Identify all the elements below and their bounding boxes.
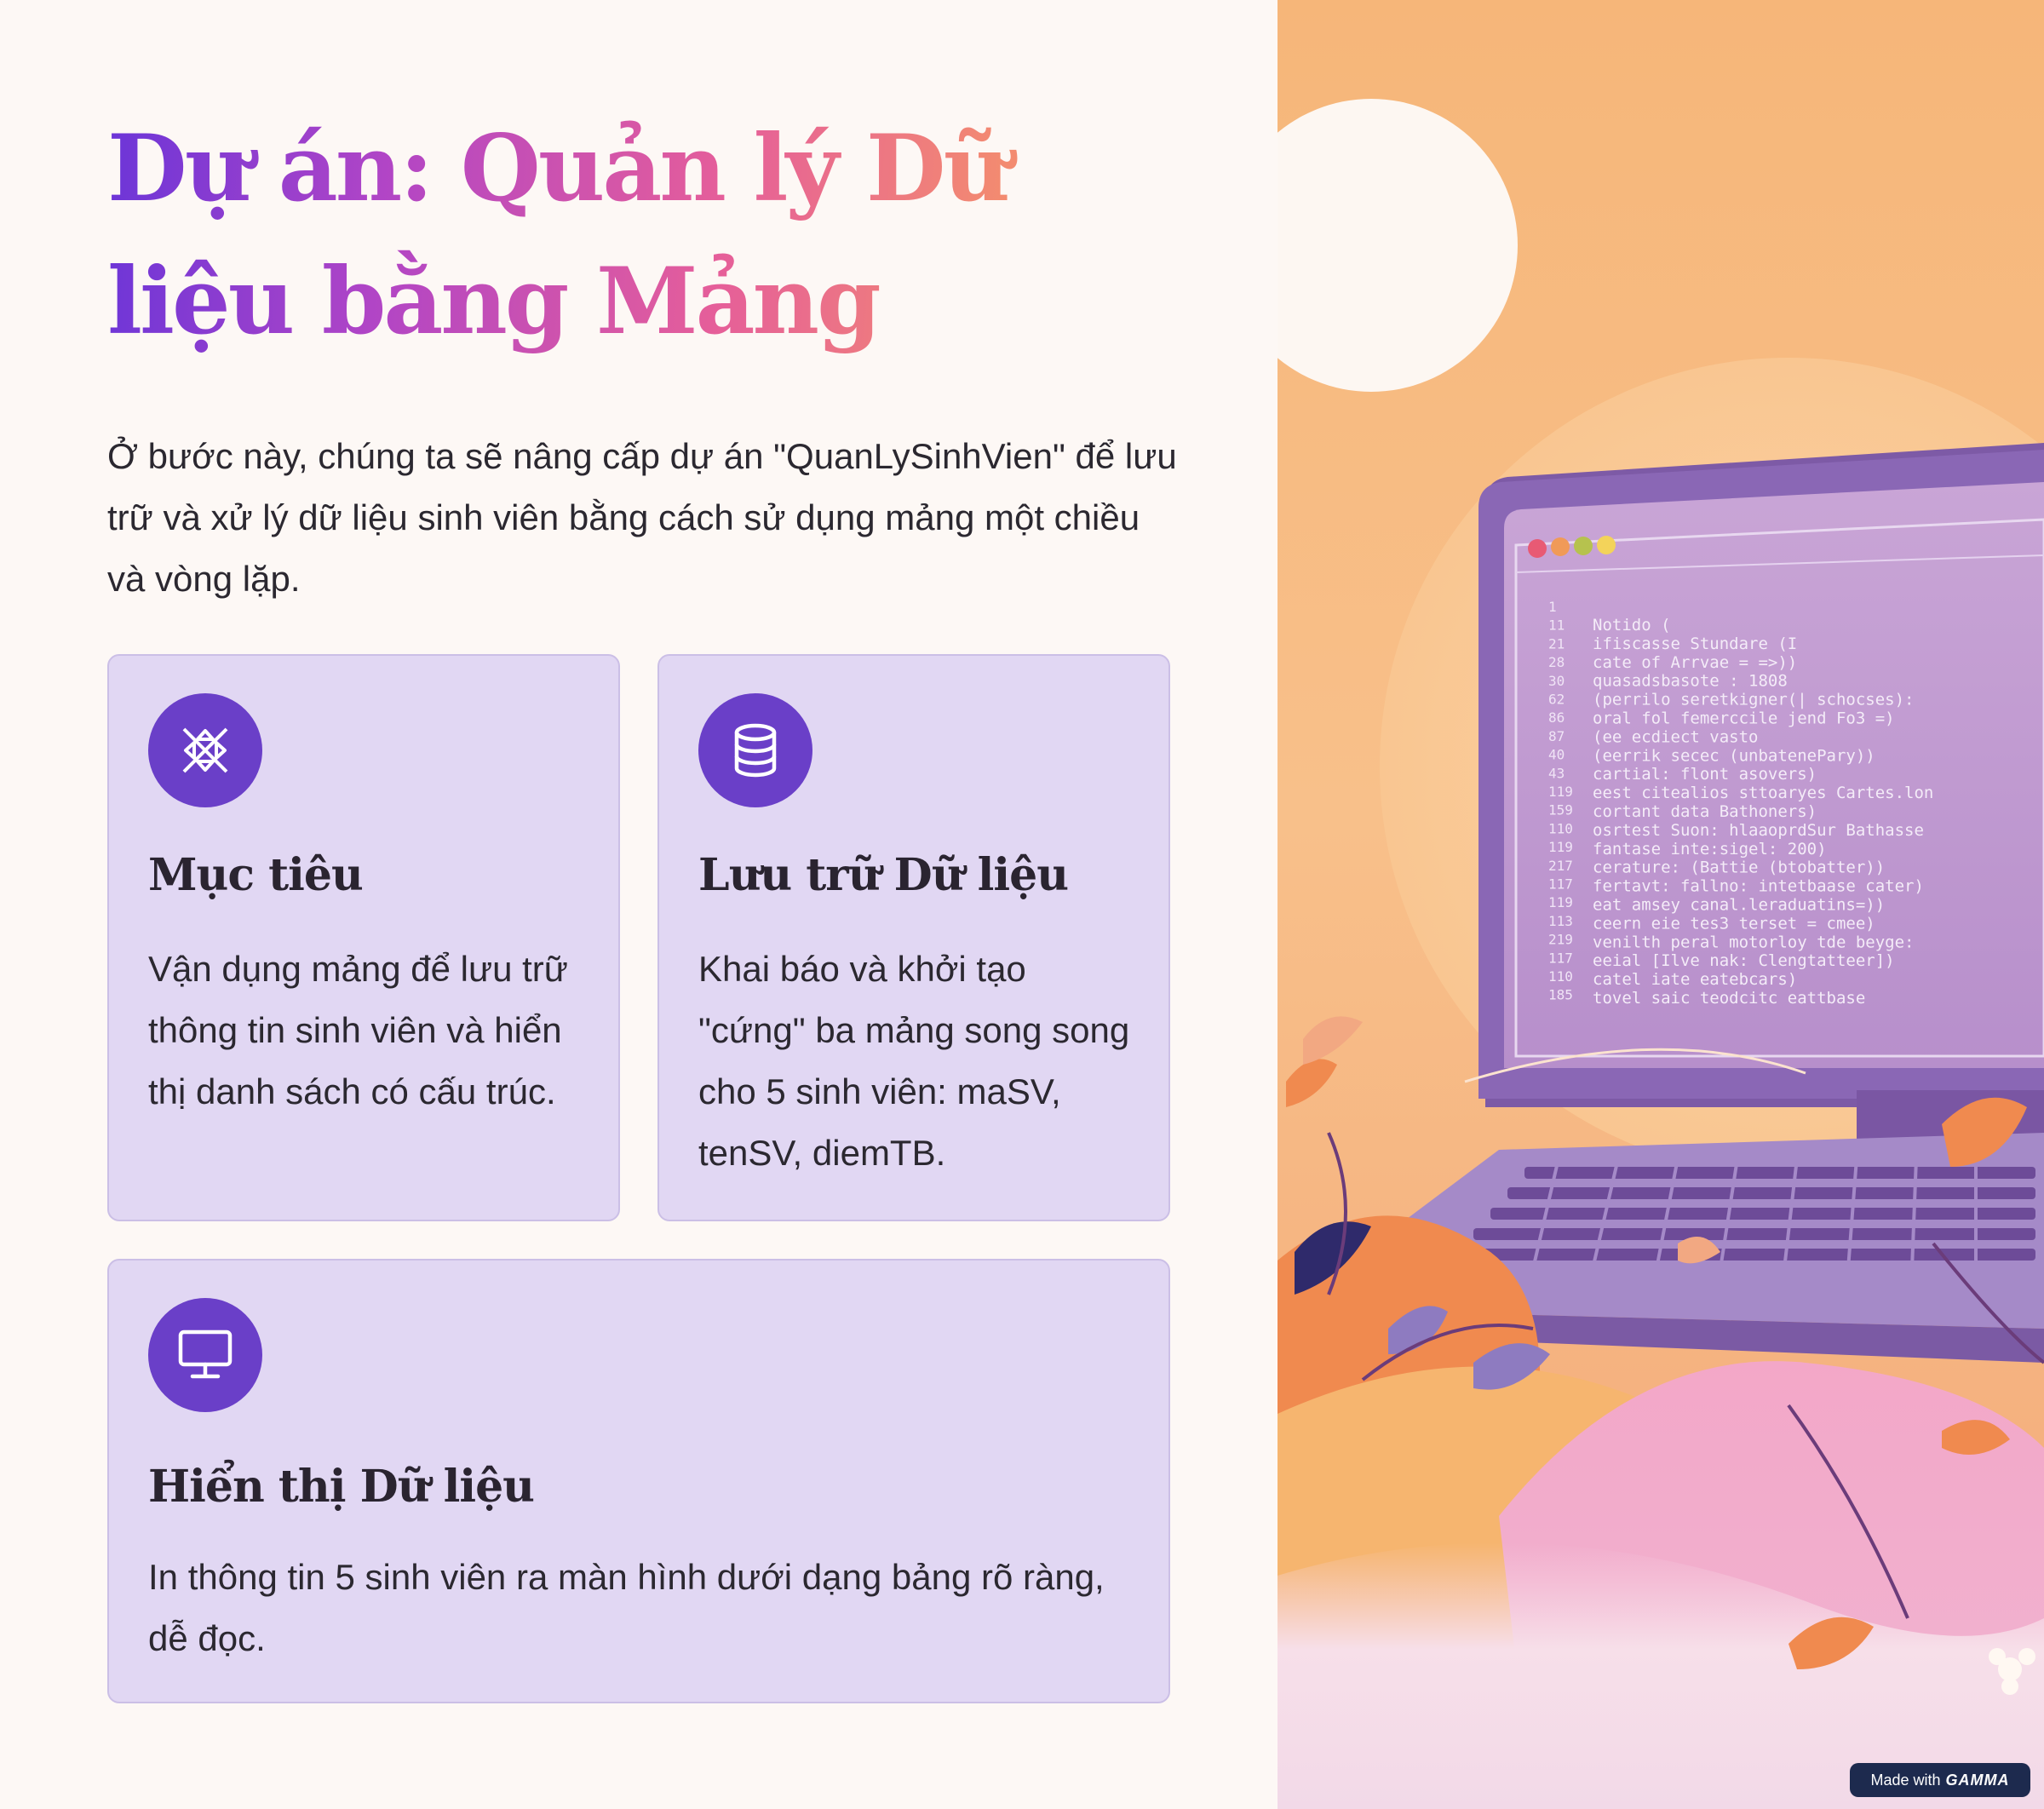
card-title: Lưu trữ Dữ liệu bbox=[698, 849, 1069, 901]
code-line: cerature: (Battie (btobatter)) bbox=[1593, 859, 1885, 877]
code-line: fertavt: fallno: intetbaase cater) bbox=[1593, 877, 1924, 896]
card-title: Mục tiêu bbox=[148, 849, 364, 901]
code-line: eeial [Ilve nak: Clengtatteer]) bbox=[1593, 951, 1895, 970]
badge-made-with: Made with bbox=[1870, 1771, 1941, 1789]
code-line: osrtest Suon: hlaaoprdSur Bathasse bbox=[1593, 821, 1924, 840]
code-line-number: 119 bbox=[1548, 784, 1573, 800]
code-line: fantase inte:sigel: 200) bbox=[1593, 840, 1827, 859]
database-icon bbox=[698, 693, 812, 807]
code-line: (perrilo seretkigner(| schocses): bbox=[1593, 691, 1915, 709]
code-line-number: 159 bbox=[1548, 802, 1573, 818]
code-line: cate of Arrvae = =>)) bbox=[1593, 653, 1797, 672]
code-line: oral fol femerccile jend Fo3 =) bbox=[1593, 709, 1895, 728]
code-line: catel iate eatebcars) bbox=[1593, 970, 1797, 989]
illustration: Notido (ifiscasse Stundare (I cate of Ar… bbox=[1278, 0, 2044, 1809]
made-with-gamma-badge[interactable]: Made with GAMMA bbox=[1850, 1763, 2030, 1797]
code-line: tovel saic teodcitc eattbase bbox=[1593, 989, 1865, 1008]
code-line-number: 113 bbox=[1548, 913, 1573, 929]
code-line-number: 117 bbox=[1548, 950, 1573, 966]
intro-paragraph: Ở bước này, chúng ta sẽ nâng cấp dự án "… bbox=[107, 436, 1177, 599]
code-line-number: 11 bbox=[1548, 617, 1565, 634]
badge-brand: GAMMA bbox=[1945, 1771, 2010, 1789]
x-arrows-icon bbox=[148, 693, 262, 807]
code-line-number: 117 bbox=[1548, 876, 1573, 893]
code-line: eat amsey canal.leraduatins=)) bbox=[1593, 896, 1885, 915]
code-line: Notido ( bbox=[1593, 616, 1671, 635]
code-line-number: 21 bbox=[1548, 635, 1565, 652]
content-panel: Dự án: Quản lý Dữ liệu bằng Mảng Ở bước … bbox=[0, 0, 1278, 1809]
code-line: quasadsbasote : 1808 bbox=[1593, 672, 1788, 691]
code-line: ifiscasse Stundare (I bbox=[1593, 635, 1797, 653]
code-line-number: 185 bbox=[1548, 987, 1573, 1003]
code-line: venilth peral motorloy tde beyge: bbox=[1593, 933, 1915, 951]
code-line-number: 1 bbox=[1548, 599, 1557, 615]
code-line-number: 87 bbox=[1548, 728, 1565, 744]
code-line: ceern eie tes3 terset = cmee) bbox=[1593, 914, 1875, 933]
monitor-icon bbox=[148, 1298, 262, 1412]
code-line-number: 62 bbox=[1548, 692, 1565, 708]
code-line: cortant data Bathoners) bbox=[1593, 802, 1817, 821]
code-line-number: 217 bbox=[1548, 858, 1573, 874]
card-text: In thông tin 5 sinh viên ra màn hình dướ… bbox=[148, 1557, 1105, 1658]
code-line: (ee ecdiect vasto bbox=[1593, 727, 1758, 746]
code-line-number: 219 bbox=[1548, 932, 1573, 948]
code-line: eest citealios sttoaryes Cartes.lon bbox=[1593, 784, 1933, 802]
code-line-number: 43 bbox=[1548, 765, 1565, 781]
code-line: cartial: flont asovers) bbox=[1593, 765, 1817, 784]
code-line: (eerrik secec (unbatenePary)) bbox=[1593, 746, 1875, 765]
code-line-number: 28 bbox=[1548, 654, 1565, 670]
code-line-number: 119 bbox=[1548, 894, 1573, 910]
card-hien-thi-du-lieu: Hiển thị Dữ liệu In thông tin 5 sinh viê… bbox=[107, 1259, 1170, 1703]
card-text: Khai báo và khởi tạo "cứng" ba mảng song… bbox=[698, 949, 1130, 1173]
code-line-number: 110 bbox=[1548, 968, 1573, 985]
code-line-number: 30 bbox=[1548, 673, 1565, 689]
code-line-number: 110 bbox=[1548, 820, 1573, 836]
card-luu-tru-du-lieu: Lưu trữ Dữ liệu Khai báo và khởi tạo "cứ… bbox=[657, 654, 1170, 1221]
code-line-number: 86 bbox=[1548, 709, 1565, 726]
card-muc-tieu: Mục tiêu Vận dụng mảng để lưu trữ thông … bbox=[107, 654, 620, 1221]
code-line-number: 40 bbox=[1548, 747, 1565, 763]
card-title: Hiển thị Dữ liệu bbox=[148, 1461, 535, 1513]
page-title: Dự án: Quản lý Dữ liệu bằng Mảng bbox=[107, 102, 1214, 368]
card-text: Vận dụng mảng để lưu trữ thông tin sinh … bbox=[148, 949, 568, 1111]
code-line-number: 119 bbox=[1548, 839, 1573, 855]
